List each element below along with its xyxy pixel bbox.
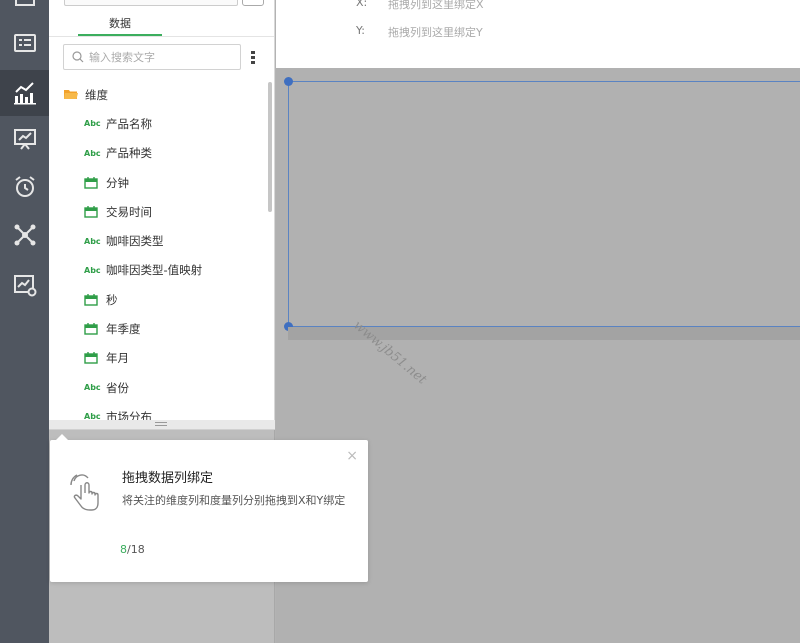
x-binding-label: X: [356,0,368,9]
text-type-icon: Abc [84,412,101,420]
search-input[interactable] [89,50,229,64]
text-type-icon: Abc [84,119,101,129]
nav-item-alarm[interactable] [0,164,49,210]
calendar-icon [84,352,98,365]
presentation-icon [13,129,36,150]
nav-item-list-card[interactable] [0,20,49,66]
field-label: 秒 [106,292,118,307]
field-label: 年月 [106,351,129,366]
field-label: 咖啡因类型-值映射 [106,263,203,278]
field-label: 省份 [106,380,129,395]
field-item[interactable]: Abc 产品种类 [49,139,267,168]
panel-top-button[interactable] [242,0,264,6]
field-label: 咖啡因类型 [106,234,164,249]
grid-icon [14,0,35,6]
x-binding-dropzone[interactable]: 拖拽列到这里绑定X [388,0,484,12]
chart-widget[interactable] [288,81,800,327]
field-item[interactable]: Abc 省份 [49,373,267,402]
tree-folder-label: 维度 [85,87,108,102]
search-box [63,44,241,70]
search-icon [72,51,84,63]
tooltip-step-counter: 8/18 [120,543,145,556]
step-total: /18 [127,543,145,556]
tree-folder-dimension[interactable]: 维度 [49,80,267,109]
report-settings-icon [13,275,36,297]
field-item[interactable]: 年月 [49,344,267,373]
calendar-icon [84,323,98,335]
more-menu-icon[interactable] [248,47,258,67]
tab-data[interactable]: 数据 [78,16,162,36]
y-binding-dropzone[interactable]: 拖拽列到这里绑定Y [388,24,483,40]
tab-divider [49,36,274,37]
close-icon[interactable]: × [346,448,358,464]
binding-area: X: 拖拽列到这里绑定X Y: 拖拽列到这里绑定Y [276,0,800,68]
text-type-icon: Abc [84,236,101,246]
step-current: 8 [120,543,127,556]
nav-item-chart-analysis[interactable] [0,70,49,116]
field-item[interactable]: 交易时间 [49,197,267,226]
field-item[interactable]: Abc 咖啡因类型 [49,226,267,255]
nav-item-report-settings[interactable] [0,262,49,308]
tree-scrollbar[interactable] [268,82,272,212]
left-navbar [0,0,49,643]
field-tree: 维度 Abc 产品名称 Abc 产品种类 分钟 交易时间 Abc 咖啡因类型 A… [49,80,267,420]
field-label: 市场分布 [106,409,152,420]
field-item[interactable]: 年季度 [49,314,267,343]
chart-analysis-icon [13,82,36,105]
y-binding-label: Y: [356,24,365,37]
field-item[interactable]: 分钟 [49,168,267,197]
tooltip-arrow [56,434,68,440]
network-icon [14,224,35,246]
nav-item-network[interactable] [0,212,49,258]
field-label: 年季度 [106,322,141,337]
field-label: 交易时间 [106,204,152,219]
field-item[interactable]: Abc 咖啡因类型-值映射 [49,256,267,285]
panel-splitter[interactable] [49,420,275,430]
text-type-icon: Abc [84,265,101,275]
y-binding-row[interactable]: Y: 拖拽列到这里绑定Y [356,24,483,40]
field-item[interactable]: 秒 [49,285,267,314]
guide-tooltip: × 拖拽数据列绑定 将关注的维度列和度量列分别拖拽到X和Y绑定 8/18 [50,434,368,582]
field-item[interactable]: Abc 市场分布 [49,402,267,420]
calendar-icon [84,205,98,218]
panel-top-dropdown[interactable] [64,0,238,6]
calendar-icon [84,293,98,306]
field-label: 产品名称 [106,116,152,131]
nav-item-presentation[interactable] [0,116,49,162]
list-card-icon [13,34,36,52]
resize-handle-top-left[interactable] [284,77,293,86]
drag-hand-icon [70,474,99,511]
x-binding-row[interactable]: X: 拖拽列到这里绑定X [356,0,484,12]
tooltip-description: 将关注的维度列和度量列分别拖拽到X和Y绑定 [122,494,346,507]
text-type-icon: Abc [84,148,101,158]
field-item[interactable]: Abc 产品名称 [49,109,267,138]
field-label: 分钟 [106,175,129,190]
text-type-icon: Abc [84,383,101,393]
folder-icon [64,90,78,100]
alarm-clock-icon [14,176,35,197]
calendar-icon [84,176,98,189]
field-label: 产品种类 [106,146,152,161]
tooltip-title: 拖拽数据列绑定 [122,471,214,486]
data-panel: 数据 维度 Abc 产品名称 Abc 产品种类 分钟 交易时间 Abc 咖啡因类… [49,0,275,420]
